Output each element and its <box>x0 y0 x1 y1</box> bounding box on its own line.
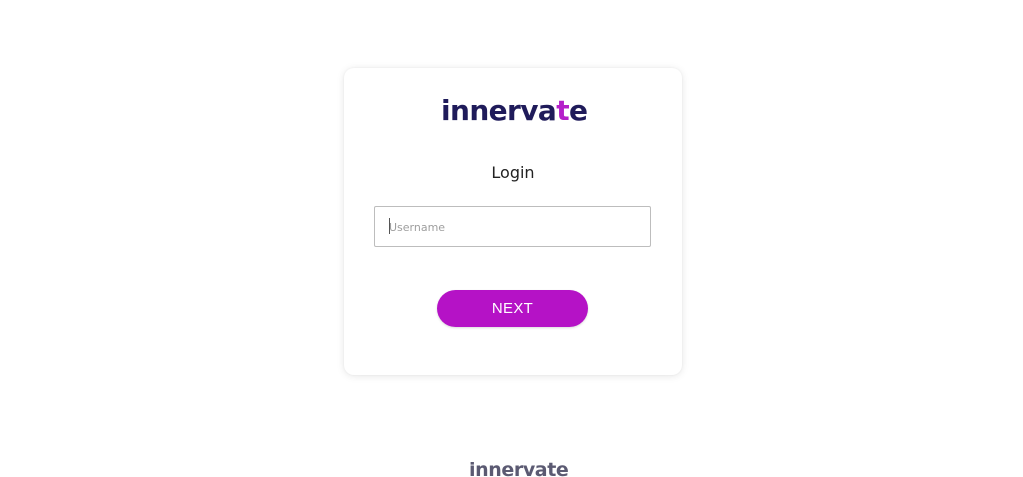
logo-text-prefix: innerva <box>441 93 557 127</box>
login-page: innervate Login NEXT innervate <box>0 0 1023 477</box>
next-button[interactable]: NEXT <box>437 290 588 327</box>
logo-text-suffix: e <box>569 93 588 127</box>
text-cursor <box>389 218 390 234</box>
login-title: Login <box>491 163 535 182</box>
username-input[interactable] <box>374 206 651 247</box>
brand-logo: innerva t e <box>441 92 588 128</box>
logo-text-accent: t <box>556 93 570 127</box>
footer-logo: innervate <box>469 459 569 477</box>
